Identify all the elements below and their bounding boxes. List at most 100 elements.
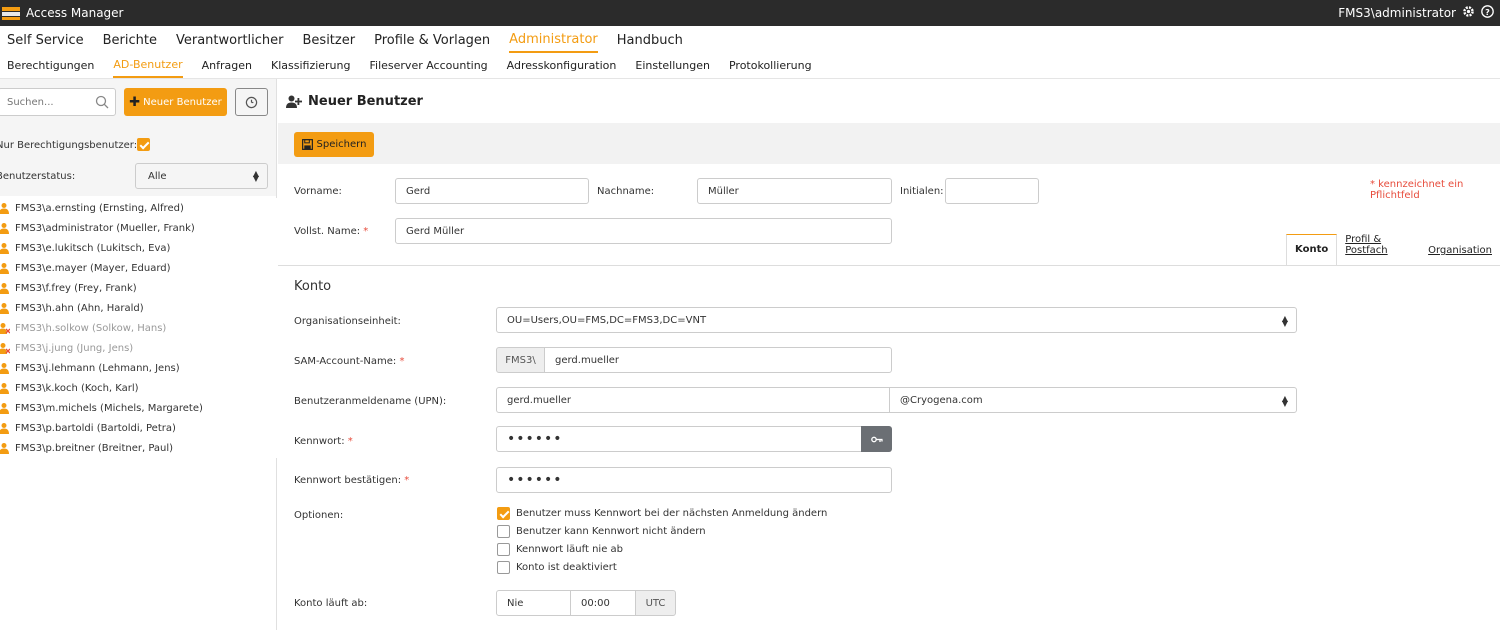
form-tabs: Konto Profil & Postfach Organisation	[1286, 231, 1500, 266]
main-nav-berichte[interactable]: Berichte	[103, 28, 157, 52]
search-input[interactable]	[0, 89, 89, 115]
user-list-item[interactable]: FMS3\a.ernsting (Ernsting, Alfred)	[0, 198, 277, 218]
current-user[interactable]: FMS3\administrator	[1338, 6, 1456, 20]
sam-domain-prefix: FMS3\	[496, 347, 545, 373]
user-list-item[interactable]: FMS3\e.mayer (Mayer, Eduard)	[0, 258, 277, 278]
user-list-item[interactable]: FMS3\j.jung (Jung, Jens)	[0, 338, 277, 358]
svg-text:?: ?	[1485, 7, 1490, 17]
help-icon[interactable]: ?	[1481, 5, 1494, 21]
option-password-never-expires[interactable]: Kennwort läuft nie ab	[497, 543, 623, 556]
sub-nav-berechtigungen[interactable]: Berechtigungen	[7, 54, 94, 77]
option-checkbox[interactable]	[497, 507, 510, 520]
option-checkbox[interactable]	[497, 543, 510, 556]
user-list-item[interactable]: FMS3\h.ahn (Ahn, Harald)	[0, 298, 277, 318]
required-mark: *	[399, 356, 405, 367]
main-nav-besitzer[interactable]: Besitzer	[303, 28, 356, 52]
upn-field[interactable]: gerd.mueller	[496, 387, 890, 413]
user-list-item[interactable]: FMS3\j.lehmann (Lehmann, Jens)	[0, 358, 277, 378]
sam-label: SAM-Account-Name: *	[294, 356, 404, 367]
firstname-field[interactable]: Gerd	[395, 178, 589, 204]
main-nav-administrator[interactable]: Administrator	[509, 27, 598, 53]
main-nav-verantwortlicher[interactable]: Verantwortlicher	[176, 28, 284, 52]
main-nav-handbuch[interactable]: Handbuch	[617, 28, 683, 52]
user-list-item[interactable]: FMS3\p.breitner (Breitner, Paul)	[0, 438, 277, 458]
search-icon[interactable]	[95, 95, 109, 109]
user-icon	[0, 243, 9, 254]
expires-label: Konto läuft ab:	[294, 598, 368, 609]
main-nav-self-service[interactable]: Self Service	[7, 28, 84, 52]
user-list-item[interactable]: FMS3\e.lukitsch (Lukitsch, Eva)	[0, 238, 277, 258]
only-permission-users-checkbox[interactable]	[137, 138, 150, 151]
user-list-item-label: FMS3\k.koch (Koch, Karl)	[15, 382, 139, 394]
expires-date-field[interactable]: Nie	[496, 590, 571, 616]
user-list-item-label: FMS3\m.michels (Michels, Margarete)	[15, 402, 203, 414]
user-status-row: Benutzerstatus: Alle ▲ ▼	[0, 163, 277, 189]
user-status-value: Alle	[148, 170, 167, 182]
option-label: Konto ist deaktiviert	[516, 562, 617, 573]
upn-domain-select[interactable]: @Cryogena.com ▲ ▼	[889, 387, 1297, 413]
user-list-item-label: FMS3\j.jung (Jung, Jens)	[15, 342, 134, 354]
tab-profil-postfach[interactable]: Profil & Postfach	[1337, 234, 1420, 266]
user-status-select[interactable]: Alle ▲ ▼	[135, 163, 268, 189]
option-cannot-change-password[interactable]: Benutzer kann Kennwort nicht ändern	[497, 525, 706, 538]
sub-nav-fileserver-accounting[interactable]: Fileserver Accounting	[370, 54, 488, 77]
history-button[interactable]	[235, 88, 268, 116]
select-arrows-icon: ▲ ▼	[1281, 394, 1288, 408]
password-label-text: Kennwort:	[294, 436, 345, 447]
sub-nav: Berechtigungen AD-Benutzer Anfragen Klas…	[0, 53, 1500, 79]
fullname-label-text: Vollst. Name:	[294, 226, 361, 237]
option-checkbox[interactable]	[497, 561, 510, 574]
sub-nav-einstellungen[interactable]: Einstellungen	[635, 54, 710, 77]
sub-nav-ad-benutzer[interactable]: AD-Benutzer	[113, 53, 183, 78]
option-checkbox[interactable]	[497, 525, 510, 538]
password-confirm-field[interactable]: ••••••	[496, 467, 892, 493]
user-list-item-label: FMS3\e.lukitsch (Lukitsch, Eva)	[15, 242, 171, 254]
option-label: Benutzer muss Kennwort bei der nächsten …	[516, 508, 828, 519]
save-button[interactable]: Speichern	[294, 132, 374, 157]
user-list-item[interactable]: FMS3\administrator (Mueller, Frank)	[0, 218, 277, 238]
page-title: Neuer Benutzer	[308, 93, 423, 109]
main-nav: Self Service Berichte Verantwortlicher B…	[0, 26, 1500, 53]
user-sidebar: ✚ Neuer Benutzer Nur Berechtigungsbenutz…	[0, 79, 277, 630]
tab-konto[interactable]: Konto	[1286, 234, 1338, 266]
user-list-item[interactable]: FMS3\m.michels (Michels, Margarete)	[0, 398, 277, 418]
sub-nav-anfragen[interactable]: Anfragen	[202, 54, 252, 77]
user-icon	[0, 383, 9, 394]
sub-nav-adresskonfiguration[interactable]: Adresskonfiguration	[507, 54, 617, 77]
expires-time-field[interactable]: 00:00	[570, 590, 636, 616]
user-list-item-label: FMS3\administrator (Mueller, Frank)	[15, 222, 195, 234]
user-list-item[interactable]: FMS3\f.frey (Frey, Frank)	[0, 278, 277, 298]
gear-icon[interactable]	[1462, 5, 1475, 21]
sub-nav-protokollierung[interactable]: Protokollierung	[729, 54, 812, 77]
user-list-item-label: FMS3\e.mayer (Mayer, Eduard)	[15, 262, 171, 274]
user-icon	[0, 403, 9, 414]
title-bar: Access Manager FMS3\administrator ?	[0, 0, 1500, 26]
sub-nav-klassifizierung[interactable]: Klassifizierung	[271, 54, 351, 77]
lastname-field[interactable]: Müller	[697, 178, 892, 204]
user-list-item[interactable]: FMS3\k.koch (Koch, Karl)	[0, 378, 277, 398]
plus-icon: ✚	[129, 94, 141, 110]
key-icon	[870, 436, 883, 442]
required-mark: *	[347, 436, 353, 447]
generate-password-button[interactable]	[861, 426, 892, 452]
add-user-icon	[286, 95, 302, 108]
new-user-button[interactable]: ✚ Neuer Benutzer	[124, 88, 227, 116]
ou-select[interactable]: OU=Users,OU=FMS,DC=FMS3,DC=VNT ▲ ▼	[496, 307, 1297, 333]
app-logo-icon	[0, 4, 22, 22]
sam-account-field[interactable]: gerd.mueller	[544, 347, 892, 373]
option-account-disabled[interactable]: Konto ist deaktiviert	[497, 561, 617, 574]
user-icon	[0, 223, 9, 234]
password-label: Kennwort: *	[294, 436, 353, 447]
disabled-user-icon	[0, 323, 10, 334]
password-field[interactable]: ••••••	[496, 426, 862, 452]
initials-field[interactable]	[945, 178, 1039, 204]
option-label: Kennwort läuft nie ab	[516, 544, 624, 555]
user-list-item[interactable]: FMS3\p.bartoldi (Bartoldi, Petra)	[0, 418, 277, 438]
user-list-item[interactable]: FMS3\h.solkow (Solkow, Hans)	[0, 318, 277, 338]
option-must-change-password[interactable]: Benutzer muss Kennwort bei der nächsten …	[497, 507, 827, 520]
fullname-field[interactable]: Gerd Müller	[395, 218, 892, 244]
initials-label: Initialen:	[900, 186, 944, 197]
main-nav-profile-vorlagen[interactable]: Profile & Vorlagen	[374, 28, 490, 52]
form-toolbar: Speichern	[278, 123, 1500, 164]
tab-organisation[interactable]: Organisation	[1420, 245, 1500, 266]
